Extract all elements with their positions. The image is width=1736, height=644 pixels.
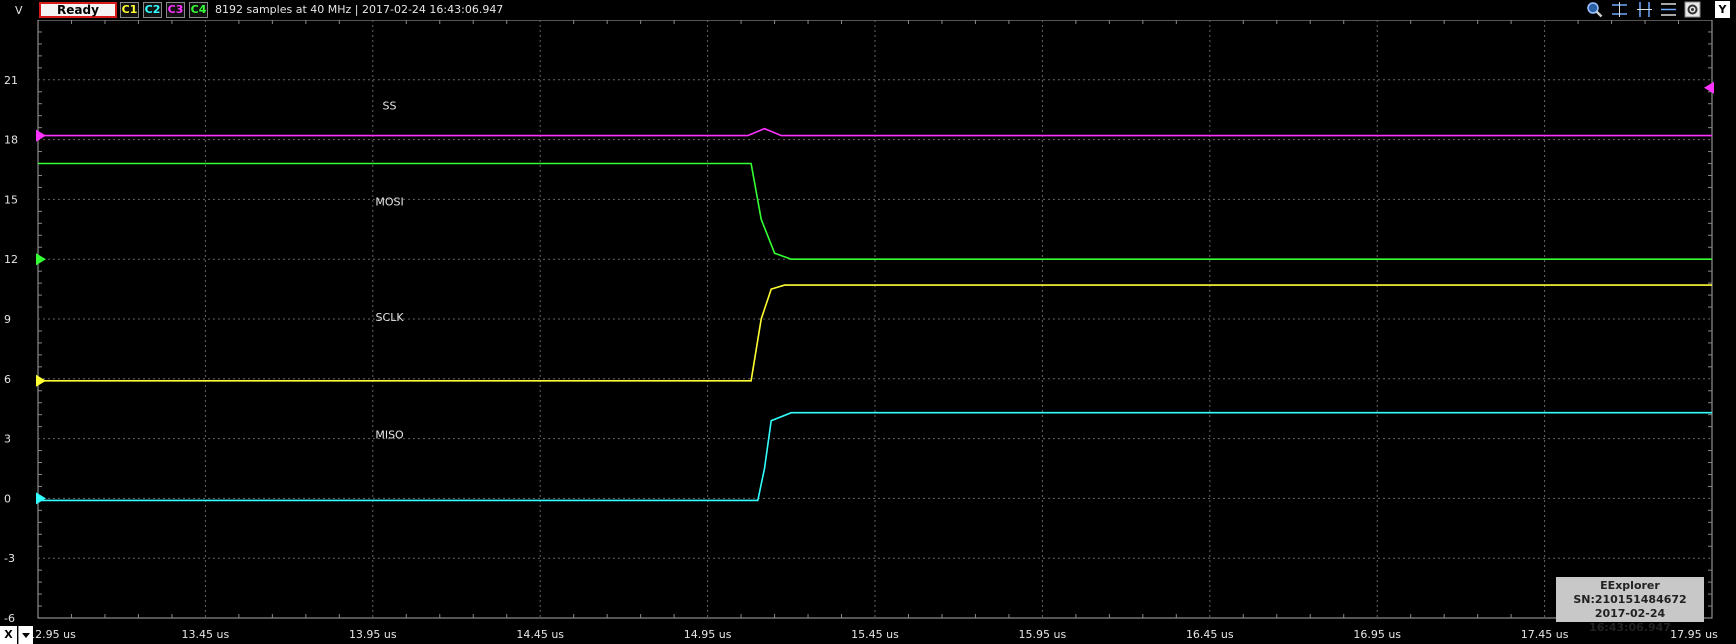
acquisition-info: 8192 samples at 40 MHz | 2017-02-24 16:4… [215, 3, 504, 16]
settings-icon[interactable] [1684, 1, 1701, 18]
device-serial: SN:210151484672 [1573, 593, 1687, 606]
y-axis-button[interactable]: Y [1715, 1, 1730, 18]
y-tick-label: 18 [4, 134, 18, 147]
channel-2-toggle[interactable]: C2 [143, 2, 162, 18]
top-toolbar: Ready C1 C2 C3 C4 8192 samples at 40 MHz… [0, 0, 1736, 20]
y-tick-label: 9 [4, 313, 11, 326]
zoom-icon[interactable] [1586, 1, 1603, 18]
y-axis-unit: V [15, 4, 23, 17]
x-axis-dropdown[interactable] [18, 626, 33, 644]
x-tick-label: 16.45 us [1186, 628, 1234, 641]
status-indicator[interactable]: Ready [39, 2, 117, 18]
y-tick-label: 3 [4, 433, 11, 446]
vertical-cursor-icon[interactable] [1636, 1, 1653, 18]
y-tick-label: 15 [4, 193, 18, 206]
cursor-lines-icon[interactable] [1660, 1, 1677, 18]
y-tick-label: 21 [4, 74, 18, 87]
x-axis-button[interactable]: X [0, 626, 17, 644]
waveform-plot[interactable]: 12.95 us 13.45 us 13.95 us 14.45 us 14.95 us… [0, 0, 1736, 644]
y-tick-label: -6 [4, 612, 15, 625]
x-tick-label: 15.45 us [851, 628, 899, 641]
channel-1-toggle[interactable]: C1 [120, 2, 139, 18]
y-tick-label: 0 [4, 492, 11, 505]
horizontal-cursor-icon[interactable] [1611, 1, 1628, 18]
x-tick-label: 15.95 us [1019, 628, 1067, 641]
x-tick-label: 13.95 us [349, 628, 397, 641]
x-tick-label: 14.45 us [516, 628, 564, 641]
x-tick-label: 14.95 us [684, 628, 732, 641]
device-info-box: EExplorer SN:210151484672 2017-02-24 16:… [1556, 577, 1704, 634]
x-tick-label: 12.95 us [28, 628, 76, 641]
series-miso-label: MISO [375, 429, 404, 442]
y-tick-label: 6 [4, 373, 11, 386]
x-tick-label: 13.45 us [182, 628, 230, 641]
series-sclk-label: SCLK [376, 311, 405, 324]
series-ss-label: SS [383, 100, 397, 113]
y-tick-label: -3 [4, 552, 15, 565]
y-tick-label: 12 [4, 253, 18, 266]
x-tick-label: 16.95 us [1353, 628, 1401, 641]
series-mosi-label: MOSI [375, 195, 403, 208]
device-timestamp: 2017-02-24 16:43:06.947 [1589, 607, 1671, 634]
device-name: EExplorer [1600, 579, 1660, 592]
channel-4-toggle[interactable]: C4 [189, 2, 208, 18]
channel-3-toggle[interactable]: C3 [166, 2, 185, 18]
